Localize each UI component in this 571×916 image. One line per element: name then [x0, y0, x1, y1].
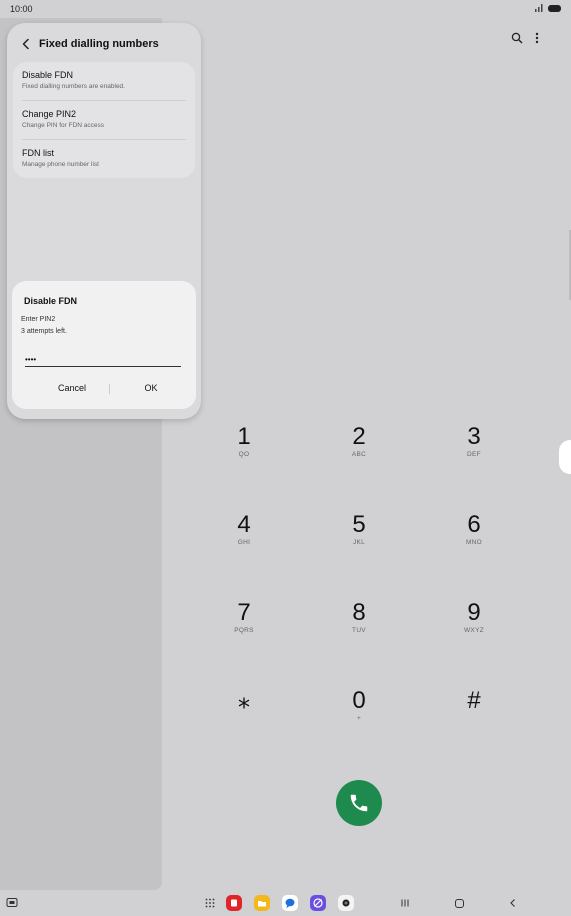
taskbar-toggle-icon[interactable] [5, 896, 19, 910]
edge-panel-handle[interactable] [559, 440, 571, 474]
dial-key[interactable]: 4 GHI [204, 512, 284, 568]
back-icon[interactable] [506, 896, 520, 910]
dial-key[interactable]: 8 TUV [319, 600, 399, 656]
status-icons [534, 4, 561, 12]
setting-change-pin2[interactable]: Change PIN2 Change PIN for FDN access [22, 101, 186, 139]
ok-button[interactable]: OK [111, 379, 191, 397]
cancel-button[interactable]: Cancel [32, 379, 112, 397]
pin2-input[interactable] [25, 352, 181, 367]
key-digit: 5 [352, 511, 366, 538]
navigation-bar [0, 890, 571, 916]
key-letters: TUV [352, 627, 366, 634]
key-letters: QO [238, 451, 250, 458]
setting-disable-fdn[interactable]: Disable FDN Fixed dialling numbers are e… [22, 62, 186, 100]
search-icon[interactable] [509, 30, 525, 46]
fdn-popup-window: Fixed dialling numbers Disable FDN Fixed… [7, 23, 201, 419]
status-time: 10:00 [10, 4, 33, 14]
status-bar: 10:00 [0, 0, 571, 18]
messages-app-icon[interactable] [282, 895, 298, 911]
dial-key[interactable]: ⁎ [204, 688, 284, 744]
dialog-message: Enter PIN2 [21, 316, 56, 323]
key-digit: 0 [352, 687, 366, 714]
key-letters: JKL [352, 539, 366, 546]
setting-fdn-list[interactable]: FDN list Manage phone number list [22, 140, 186, 178]
key-digit: 2 [352, 423, 366, 450]
dial-key[interactable]: # [434, 688, 514, 744]
dial-key[interactable]: 6 MNO [434, 512, 514, 568]
battery-icon [548, 4, 561, 12]
key-digit: 1 [237, 423, 251, 450]
setting-subtitle: Manage phone number list [22, 161, 99, 168]
dial-key[interactable]: 2 ABC [319, 424, 399, 480]
key-letters: GHI [237, 539, 251, 546]
key-digit: 4 [237, 511, 251, 538]
key-letters: + [356, 715, 362, 722]
attempts-left-text: 3 attempts left. [21, 328, 67, 335]
setting-title: Change PIN2 [22, 109, 77, 119]
key-digit: 3 [467, 423, 481, 450]
key-digit: # [467, 687, 481, 714]
key-digit: 9 [467, 599, 481, 626]
internet-app-icon[interactable] [310, 895, 326, 911]
key-letters: WXYZ [464, 627, 484, 634]
key-digit: ⁎ [238, 687, 250, 714]
button-divider [109, 384, 110, 394]
apps-grid-icon[interactable] [202, 895, 218, 911]
fdn-settings-card: Disable FDN Fixed dialling numbers are e… [13, 62, 195, 178]
setting-title: FDN list [22, 148, 54, 158]
recent-apps-icon[interactable] [398, 896, 412, 910]
dial-key[interactable]: 7 PQRS [204, 600, 284, 656]
key-letters: MNO [465, 539, 483, 546]
key-letters: ABC [351, 451, 367, 458]
key-digit: 6 [467, 511, 481, 538]
setting-title: Disable FDN [22, 70, 74, 80]
key-letters: DEF [467, 451, 481, 458]
key-digit: 7 [237, 599, 251, 626]
dial-key[interactable]: 1 QO [204, 424, 284, 480]
back-arrow-icon[interactable] [20, 38, 32, 50]
dial-key[interactable]: 3 DEF [434, 424, 514, 480]
dial-key[interactable]: 0 + [319, 688, 399, 744]
camera-app-icon[interactable] [338, 895, 354, 911]
call-button[interactable] [336, 780, 382, 826]
key-letters: PQRS [234, 627, 254, 634]
dialog-title: Disable FDN [24, 296, 78, 306]
phone-icon [350, 794, 368, 812]
home-icon[interactable] [452, 896, 466, 910]
dial-key[interactable]: 9 WXYZ [434, 600, 514, 656]
setting-subtitle: Fixed dialling numbers are enabled. [22, 83, 125, 90]
disable-fdn-dialog: Disable FDN Enter PIN2 3 attempts left. … [12, 281, 196, 409]
popup-header: Fixed dialling numbers [7, 23, 201, 63]
my-files-icon[interactable] [254, 895, 270, 911]
setting-subtitle: Change PIN for FDN access [22, 122, 105, 129]
signal-icon [535, 4, 543, 12]
notes-app-icon[interactable] [226, 895, 242, 911]
key-digit: 8 [352, 599, 366, 626]
dial-key[interactable]: 5 JKL [319, 512, 399, 568]
more-options-icon[interactable] [529, 30, 545, 46]
page-title: Fixed dialling numbers [39, 38, 159, 50]
